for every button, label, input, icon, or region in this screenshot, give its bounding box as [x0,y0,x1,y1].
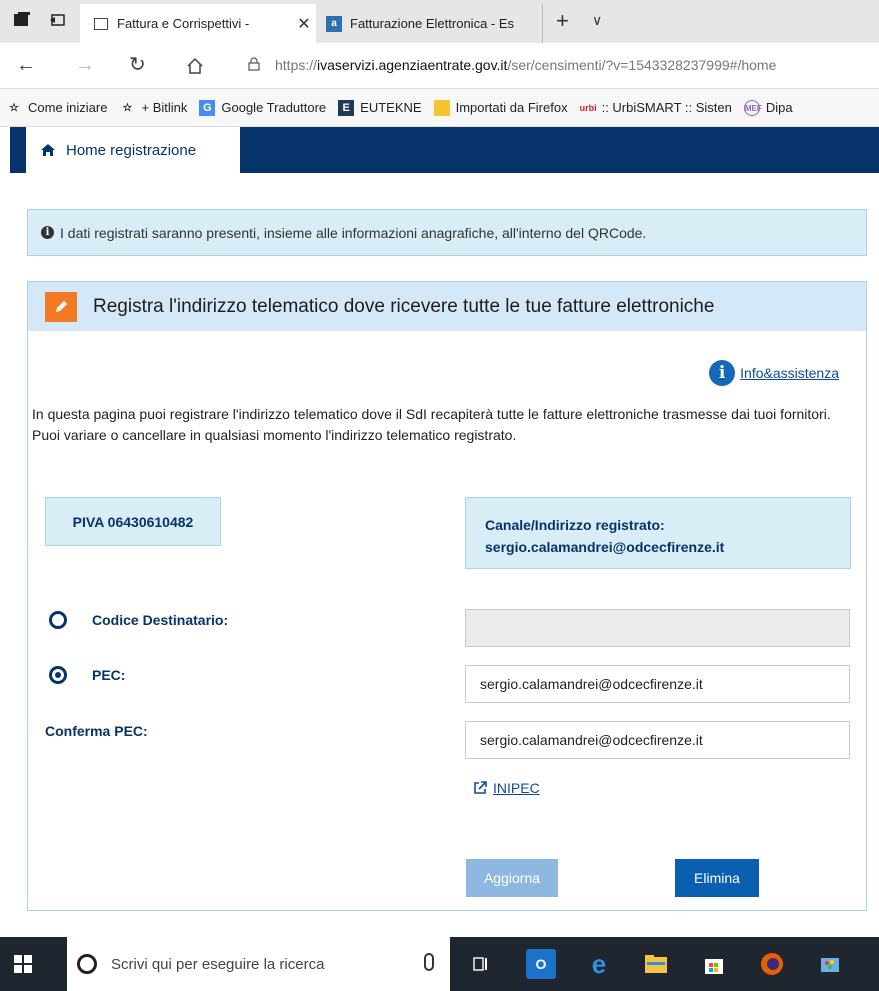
refresh-icon[interactable]: ↻ [129,54,146,76]
edge-icon[interactable]: e [584,949,614,979]
urbi-icon: urbi [579,102,597,113]
tab-title: Fattura e Corrispettivi - [117,16,250,31]
microphone-icon[interactable] [424,953,434,971]
favorite-importati-firefox[interactable]: Importati da Firefox [433,99,568,116]
mef-icon: MEF [743,99,762,116]
codice-destinatario-label: Codice Destinatario: [92,612,229,628]
home-registrazione-tab[interactable]: Home registrazione [26,127,240,173]
home-registrazione-label: Home registrazione [66,141,197,159]
pec-label: PEC: [92,667,126,683]
inipec-label: INIPEC [493,780,540,796]
aggiorna-button[interactable]: Aggiorna [466,859,558,897]
registration-panel: Registra l'indirizzo telematico dove ric… [27,281,867,911]
store-icon[interactable] [699,949,729,979]
favorite-eutekne[interactable]: E EUTEKNE [338,99,422,116]
address-bar: ← → ↻ https://ivaservizi.agenziaentrate.… [0,43,879,89]
star-icon: ☆ [9,101,19,114]
close-tab-icon[interactable]: ✕ [292,14,316,34]
info-assistenza-label: Info&assistenza [740,365,839,381]
task-view-icon[interactable] [466,949,496,979]
registered-channel-box: Canale/Indirizzo registrato: sergio.cala… [465,497,851,569]
favorite-label: Come iniziare [28,100,108,115]
favorite-bitlink[interactable]: ☆ + Bitlink [119,100,188,116]
windows-start-icon[interactable] [14,955,32,973]
favorites-bar: ☆ Come iniziare ☆ + Bitlink G Google Tradut… [0,89,879,127]
conferma-pec-input[interactable] [465,721,850,759]
firefox-icon[interactable] [757,949,787,979]
page-icon [94,17,108,30]
url-scheme: https:// [275,57,318,73]
tab-fattura-corrispettivi[interactable]: Fattura e Corrispettivi - ✕ [80,4,316,43]
url-field[interactable]: https://ivaservizi.agenziaentrate.gov.it… [275,57,776,73]
windows-taskbar: Scrivi qui per eseguire la ricerca O e [0,937,879,991]
codice-destinatario-input[interactable] [465,609,850,647]
chevron-down-icon[interactable]: ∨ [592,12,602,29]
folder-icon [433,99,450,116]
url-host: ivaservizi.agenziaentrate.gov.it [317,57,508,73]
star-icon: ☆ [122,101,133,114]
set-aside-tabs-icon[interactable] [48,10,68,30]
favorite-label: Google Traduttore [221,100,327,115]
favorite-label: Importati da Firefox [455,100,568,115]
favorite-google-traduttore[interactable]: G Google Traduttore [199,99,327,116]
external-link-icon [474,781,487,794]
registered-channel-value: sergio.calamandrei@odcecfirenze.it [485,539,725,555]
site-top-nav: Home registrazione [10,127,879,173]
elimina-button[interactable]: Elimina [675,859,759,897]
info-circle-icon: i [709,360,736,386]
intro-text: In questa pagina puoi registrare l'indir… [32,406,831,443]
registered-channel-label: Canale/Indirizzo registrato: [485,517,665,533]
panel-header: Registra l'indirizzo telematico dove ric… [28,282,866,331]
codice-destinatario-radio[interactable] [49,611,67,629]
lock-icon[interactable] [248,57,260,71]
agenzia-entrate-icon: a [326,15,342,32]
tab-actions-icon[interactable] [12,10,32,30]
favorite-come-iniziare[interactable]: ☆ Come iniziare [6,100,107,116]
tab-fatturazione-elettronica[interactable]: a Fatturazione Elettronica - Es [318,4,543,43]
outlook-icon[interactable]: O [526,949,556,979]
inipec-link[interactable]: INIPEC [473,780,540,796]
pec-input[interactable] [465,665,850,703]
home-icon [41,144,55,156]
info-assistenza-link[interactable]: i Info&assistenza [709,360,839,386]
file-explorer-icon[interactable] [641,949,671,979]
favorite-label: :: UrbiSMART :: Sisten [601,100,732,115]
favorite-urbismart[interactable]: urbi:: UrbiSMART :: Sisten [580,100,732,116]
new-tab-icon[interactable]: + [556,8,569,34]
favorite-label: EUTEKNE [360,100,422,115]
browser-tab-bar: Fattura e Corrispettivi - ✕ a Fatturazio… [0,0,879,43]
info-alert-text: I dati registrati saranno presenti, insi… [60,224,647,241]
info-icon: i [41,226,54,239]
conferma-pec-label: Conferma PEC: [45,723,148,739]
pencil-icon [45,291,77,322]
panel-title: Registra l'indirizzo telematico dove ric… [93,295,715,317]
cortana-icon [77,954,97,974]
tab-title: Fatturazione Elettronica - Es [350,16,515,31]
taskbar-search-placeholder: Scrivi qui per eseguire la ricerca [111,955,325,973]
pec-radio[interactable] [49,666,67,684]
forward-icon[interactable]: → [75,54,95,76]
taskbar-search[interactable]: Scrivi qui per eseguire la ricerca [67,937,450,991]
eutekne-icon: E [338,99,355,116]
piva-box: PIVA 06430610482 [45,497,221,546]
favorite-label: Dipa [765,100,793,115]
url-path: /ser/censimenti/?v=1543328237999#/home [507,57,777,73]
piva-text: PIVA 06430610482 [72,513,194,530]
paint-icon[interactable] [815,949,845,979]
favorite-label: + Bitlink [141,100,188,115]
back-icon[interactable]: ← [16,54,36,76]
translate-icon: G [199,99,216,116]
info-alert: i I dati registrati saranno presenti, in… [27,209,867,256]
home-icon[interactable] [186,57,204,75]
favorite-dipa[interactable]: MEF Dipa [743,99,793,116]
